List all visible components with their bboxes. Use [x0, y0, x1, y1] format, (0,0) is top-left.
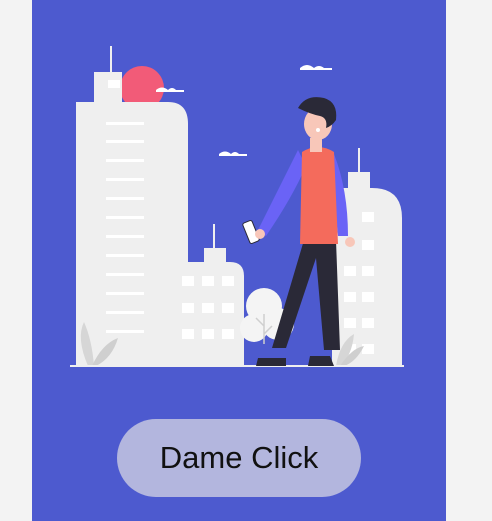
cloud-icon — [300, 65, 332, 70]
right-building — [332, 148, 402, 366]
dame-click-button[interactable]: Dame Click — [117, 419, 361, 497]
ground-line — [70, 365, 404, 367]
cloud-icon — [219, 151, 247, 156]
promo-card: Dame Click — [32, 0, 446, 521]
cloud-icon — [156, 87, 184, 92]
city-walker-illustration — [70, 46, 404, 367]
